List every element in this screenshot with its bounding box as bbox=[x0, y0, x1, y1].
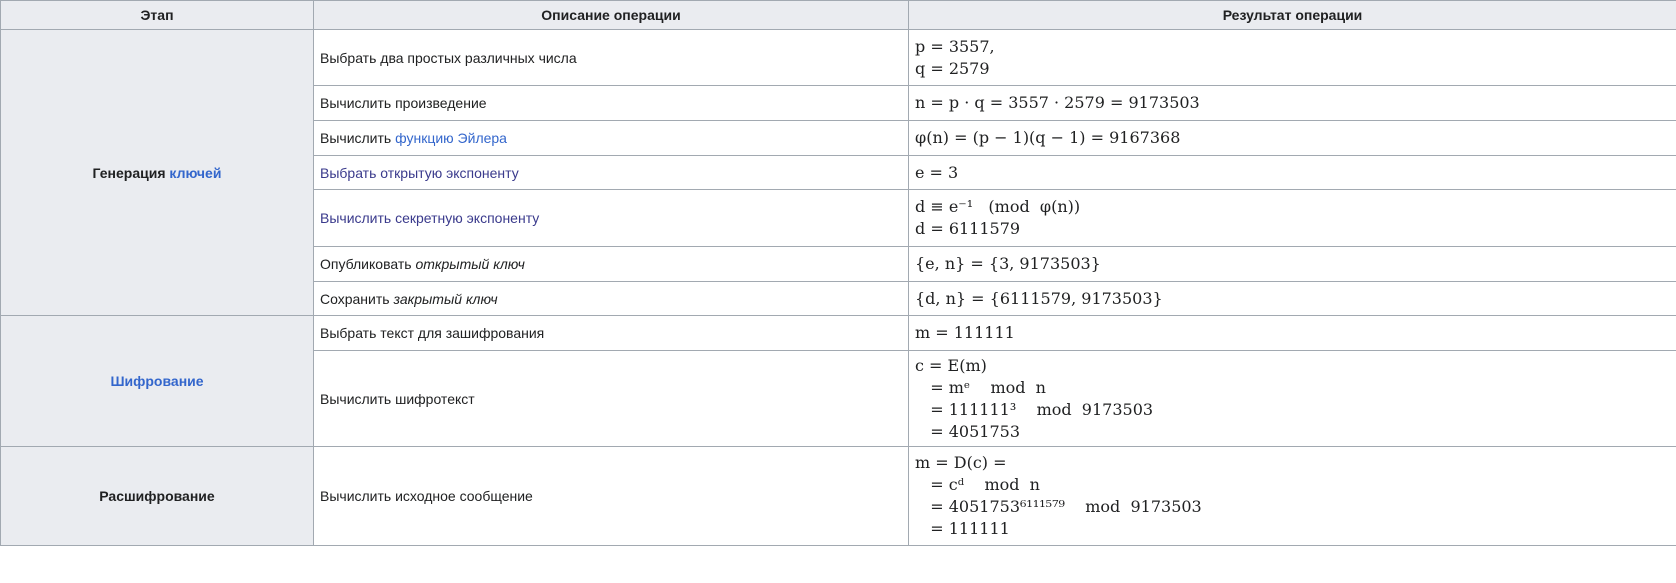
row-description: Вычислить исходное сообщение bbox=[313, 446, 909, 546]
result-line: e = 3 bbox=[915, 162, 959, 182]
result-line: d ≡ e⁻¹ (mod φ(n)) bbox=[915, 197, 1081, 216]
stage-encryption: Шифрование bbox=[0, 315, 314, 447]
result-line: = 111111³ mod 9173503 bbox=[915, 399, 1154, 419]
result-line: {d, n} = {6111579, 9173503} bbox=[915, 288, 1163, 308]
result-line: φ(n) = (p − 1)(q − 1) = 9167368 bbox=[915, 128, 1181, 147]
row-description: Выбрать два простых различных числа bbox=[313, 29, 909, 86]
result-line: d = 6111579 bbox=[915, 219, 1021, 238]
row-result: {d, n} = {6111579, 9173503} bbox=[908, 281, 1676, 316]
result-line: p = 3557, bbox=[915, 36, 995, 56]
result-line: n = p · q = 3557 · 2579 = 9173503 bbox=[915, 93, 1200, 112]
row-description: Сохранить закрытый ключ bbox=[313, 281, 909, 316]
row-description: Опубликовать открытый ключ bbox=[313, 246, 909, 282]
result-line: {e, n} = {3, 9173503} bbox=[915, 254, 1101, 273]
public-exponent-link[interactable]: Выбрать открытую экспоненту bbox=[320, 165, 519, 181]
row-result: m = 111111 bbox=[908, 315, 1676, 351]
row-result: d ≡ e⁻¹ (mod φ(n)) d = 6111579 bbox=[908, 189, 1676, 247]
result-line: m = 111111 bbox=[915, 323, 1015, 342]
row-result: e = 3 bbox=[908, 155, 1676, 190]
row-result: n = p · q = 3557 · 2579 = 9173503 bbox=[908, 85, 1676, 121]
header-result: Результат операции bbox=[908, 0, 1676, 30]
euler-function-link[interactable]: функцию Эйлера bbox=[395, 130, 507, 146]
row-result: m = D(c) = = cᵈ mod n = 4051753⁶¹¹¹⁵⁷⁹ m… bbox=[908, 446, 1676, 546]
table-row: Шифрование Выбрать текст для зашифровани… bbox=[0, 315, 1676, 447]
table-row: Генерация ключей Выбрать два простых раз… bbox=[0, 29, 1676, 316]
row-result: φ(n) = (p − 1)(q − 1) = 9167368 bbox=[908, 120, 1676, 156]
stage-key-generation-label: Генерация bbox=[92, 164, 170, 181]
row-description: Вычислить секретную экспоненту bbox=[313, 189, 909, 247]
table-row: Расшифрование Вычислить исходное сообщен… bbox=[0, 446, 1676, 546]
public-key-term: открытый ключ bbox=[415, 256, 525, 272]
header-stage: Этап bbox=[0, 0, 314, 30]
result-line: q = 2579 bbox=[915, 58, 990, 78]
rsa-example-table: Этап Описание операции Результат операци… bbox=[0, 0, 1676, 546]
row-result: {e, n} = {3, 9173503} bbox=[908, 246, 1676, 282]
result-line: = mᵉ mod n bbox=[915, 377, 1046, 397]
secret-exponent-link[interactable]: Вычислить секретную экспоненту bbox=[320, 210, 539, 226]
row-description: Выбрать открытую экспоненту bbox=[313, 155, 909, 190]
stage-key-generation: Генерация ключей bbox=[0, 29, 314, 316]
header-row: Этап Описание операции Результат операци… bbox=[0, 0, 1676, 30]
result-line: = 4051753⁶¹¹¹⁵⁷⁹ mod 9173503 bbox=[915, 497, 1202, 516]
private-key-term: закрытый ключ bbox=[393, 290, 498, 307]
row-result: p = 3557, q = 2579 bbox=[908, 29, 1676, 86]
result-line: = 4051753 bbox=[915, 421, 1021, 441]
header-description: Описание операции bbox=[313, 0, 909, 30]
row-description: Вычислить функцию Эйлера bbox=[313, 120, 909, 156]
encryption-link[interactable]: Шифрование bbox=[110, 373, 203, 389]
description-text: Сохранить bbox=[320, 290, 394, 307]
stage-decryption: Расшифрование bbox=[0, 446, 314, 546]
row-description: Выбрать текст для зашифрования bbox=[313, 315, 909, 351]
result-line: = 111111 bbox=[915, 519, 1010, 538]
result-line: = cᵈ mod n bbox=[915, 475, 1040, 494]
result-line: m = D(c) = bbox=[915, 453, 1007, 472]
row-description: Вычислить шифротекст bbox=[313, 350, 909, 447]
keys-link[interactable]: ключей bbox=[169, 165, 221, 181]
description-text: Опубликовать bbox=[320, 256, 416, 272]
row-result: c = E(m) = mᵉ mod n = 111111³ mod 917350… bbox=[908, 350, 1676, 447]
row-description: Вычислить произведение bbox=[313, 85, 909, 121]
description-text: Вычислить bbox=[320, 130, 396, 146]
result-line: c = E(m) bbox=[915, 355, 987, 375]
